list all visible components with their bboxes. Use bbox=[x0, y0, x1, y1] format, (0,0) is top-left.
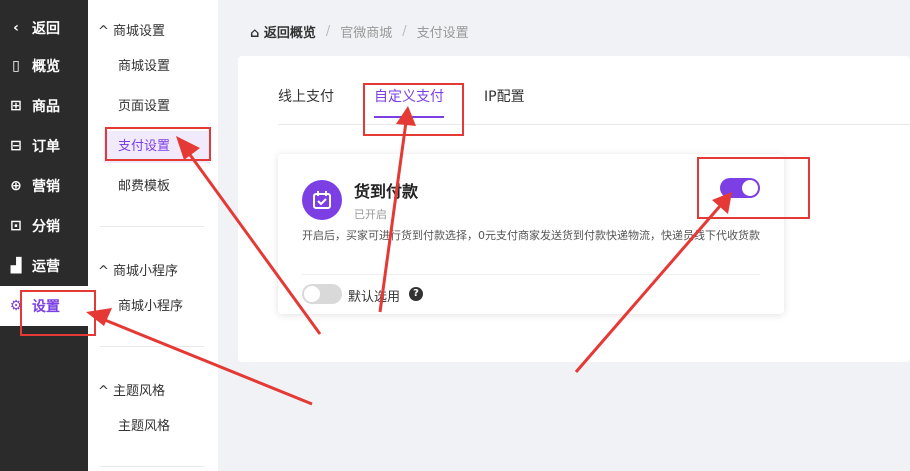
annotation-box-settings bbox=[20, 290, 96, 336]
default-select-label: 默认选用 bbox=[348, 290, 401, 305]
breadcrumb-item[interactable]: 官微商城 bbox=[340, 22, 392, 41]
nav-item-label: 商品 bbox=[32, 99, 60, 115]
subnav-group-shop[interactable]: ^ 商城设置 bbox=[98, 20, 165, 39]
toggle-knob bbox=[304, 286, 320, 302]
nav-item-operation[interactable]: ▟ 运营 bbox=[0, 246, 88, 286]
nav-item-distribution[interactable]: ⊡ 分销 bbox=[0, 206, 88, 246]
divider bbox=[100, 466, 204, 467]
breadcrumb-separator: / bbox=[325, 24, 331, 39]
nav-item-label: 订单 bbox=[32, 139, 60, 155]
share-icon: ⊡ bbox=[10, 218, 22, 234]
grid-icon: ⊞ bbox=[10, 98, 22, 114]
subnav-item-shop-settings[interactable]: 商城设置 bbox=[104, 51, 210, 83]
cod-title: 货到付款 bbox=[354, 182, 419, 201]
order-icon: ⊟ bbox=[10, 138, 22, 154]
nav-back-label: 返回 bbox=[32, 21, 60, 37]
nav-back[interactable]: ‹ 返回 bbox=[0, 8, 88, 48]
sub-sidebar: ^ 商城设置 商城设置 页面设置 支付设置 邮费模板 ^ 商城小程序 商城小程序… bbox=[88, 0, 218, 471]
default-select-toggle[interactable] bbox=[302, 284, 342, 304]
cod-status: 已开启 bbox=[354, 208, 387, 221]
nav-item-goods[interactable]: ⊞ 商品 bbox=[0, 86, 88, 126]
breadcrumb-separator: / bbox=[402, 24, 407, 39]
nav-item-overview[interactable]: ▯ 概览 bbox=[0, 46, 88, 86]
tab-ip-config[interactable]: IP配置 bbox=[484, 86, 525, 118]
subnav-item-shipping-template[interactable]: 邮费模板 bbox=[104, 171, 210, 203]
annotation-box-toggle bbox=[697, 157, 810, 219]
subnav-group-title: 商城设置 bbox=[113, 24, 166, 39]
home-icon: ⌂ bbox=[250, 26, 260, 41]
cod-description: 开启后，买家可进行货到付款选择，0元支付商家发送货到付款快递物流，快递员线下代收… bbox=[302, 229, 760, 242]
bar-chart-icon: ▟ bbox=[10, 258, 22, 274]
annotation-box-payment-settings bbox=[105, 127, 211, 161]
annotation-box-custom-tab bbox=[363, 83, 464, 136]
breadcrumb: ⌂ 返回概览 / 官微商城 / 支付设置 bbox=[250, 22, 469, 41]
subnav-group-title: 商城小程序 bbox=[113, 264, 179, 279]
main-sidebar: ‹ 返回 ▯ 概览 ⊞ 商品 ⊟ 订单 ⊕ 营销 ⊡ 分销 ▟ 运营 ⚙ 设置 bbox=[0, 0, 88, 471]
subnav-item-miniprogram[interactable]: 商城小程序 bbox=[104, 291, 210, 323]
book-icon: ▯ bbox=[12, 58, 20, 74]
subnav-group-title: 主题风格 bbox=[113, 384, 166, 399]
breadcrumb-home[interactable]: ⌂ 返回概览 bbox=[250, 22, 316, 41]
breadcrumb-item: 支付设置 bbox=[416, 26, 469, 41]
nav-item-marketing[interactable]: ⊕ 营销 bbox=[0, 166, 88, 206]
nav-item-label: 分销 bbox=[32, 219, 60, 235]
nav-item-orders[interactable]: ⊟ 订单 bbox=[0, 126, 88, 166]
divider bbox=[302, 274, 760, 275]
subnav-item-theme[interactable]: 主题风格 bbox=[104, 411, 210, 443]
subnav-group-theme[interactable]: ^ 主题风格 bbox=[98, 380, 165, 399]
chevron-up-icon: ^ bbox=[98, 384, 109, 399]
cod-calendar-icon bbox=[302, 180, 342, 220]
subnav-item-page-settings[interactable]: 页面设置 bbox=[104, 91, 210, 123]
breadcrumb-home-label: 返回概览 bbox=[263, 26, 316, 41]
chevron-up-icon: ^ bbox=[98, 24, 109, 39]
divider bbox=[100, 226, 204, 227]
help-icon[interactable]: ? bbox=[409, 287, 423, 301]
nav-item-label: 概览 bbox=[32, 59, 60, 75]
chevron-up-icon: ^ bbox=[98, 264, 109, 279]
tab-online-payment[interactable]: 线上支付 bbox=[278, 86, 334, 118]
nav-item-label: 营销 bbox=[32, 179, 60, 195]
target-icon: ⊕ bbox=[10, 178, 22, 194]
chevron-left-icon: ‹ bbox=[13, 20, 19, 36]
nav-item-label: 运营 bbox=[32, 259, 60, 275]
subnav-group-miniprogram[interactable]: ^ 商城小程序 bbox=[98, 260, 178, 279]
divider bbox=[100, 346, 204, 347]
